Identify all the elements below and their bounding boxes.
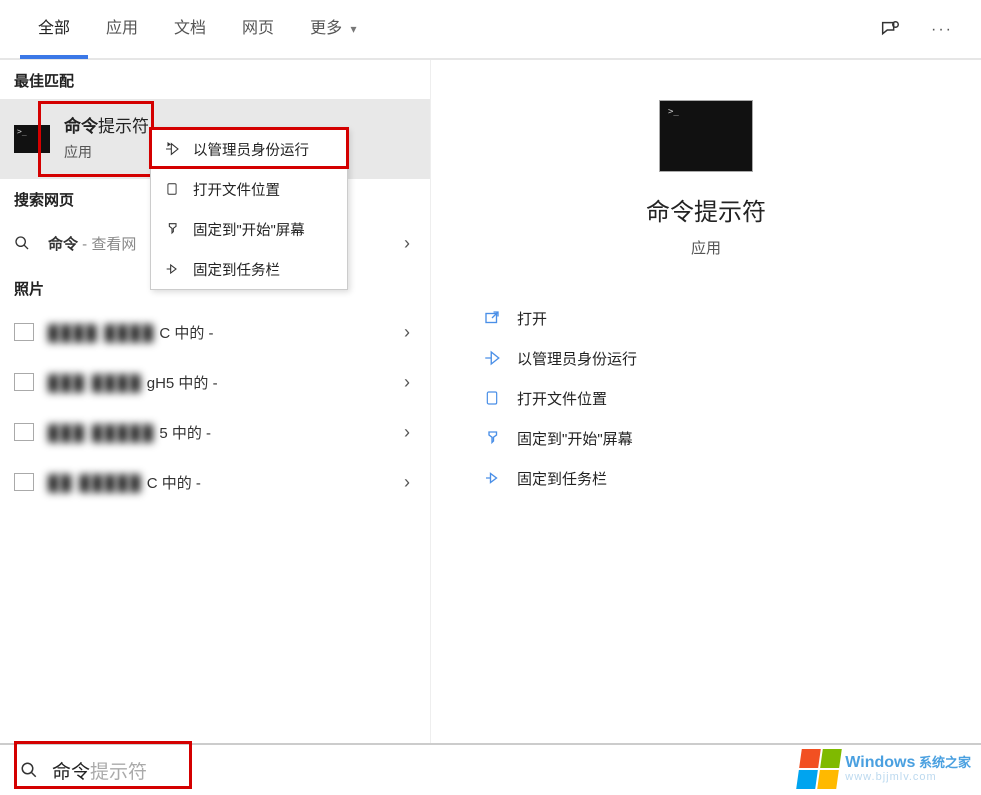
search-bar[interactable]: 命令提示符 Windows 系统之家 www.bjjmlv.com [0,743,981,795]
context-pin-taskbar[interactable]: 固定到任务栏 [151,249,347,289]
tab-apps[interactable]: 应用 [88,0,156,59]
header: 全部 应用 文档 网页 更多 ▾ ··· [0,0,981,60]
preview-box: 命令提示符 应用 打开 以管理员身份运行 [451,80,961,498]
tab-web[interactable]: 网页 [224,0,292,59]
action-list: 打开 以管理员身份运行 打开文件位置 [451,298,961,498]
action-pin-taskbar[interactable]: 固定到任务栏 [481,458,961,498]
preview-column: 命令提示符 应用 打开 以管理员身份运行 [430,60,981,743]
tab-documents[interactable]: 文档 [156,0,224,59]
best-match-title-rest: 提示符 [98,117,149,136]
action-label: 打开文件位置 [517,388,607,409]
action-label: 以管理员身份运行 [517,348,637,369]
best-match-title: 命令提示符 [64,115,149,139]
search-web-text: 命令 - 查看网 [48,233,136,254]
watermark: Windows 系统之家 www.bjjmlv.com [0,743,981,795]
search-typed-text: 命令 [52,762,90,783]
context-run-as-admin[interactable]: 以管理员身份运行 [151,129,347,169]
cmd-app-large-icon [659,100,753,172]
image-file-icon [14,423,34,441]
action-label: 打开 [517,308,547,329]
feedback-icon[interactable] [879,19,901,41]
action-label: 固定到任务栏 [517,468,607,489]
shield-arrow-icon [481,349,503,367]
image-file-icon [14,373,34,391]
action-open[interactable]: 打开 [481,298,961,338]
chevron-down-icon: ▾ [351,22,357,36]
context-pin-start[interactable]: 固定到"开始"屏幕 [151,209,347,249]
pin-taskbar-icon [163,261,181,277]
photo-row-text: ███ ████ gH5 中的 - [48,372,218,393]
photo-row-text: ██ █████ C 中的 - [48,472,201,493]
shield-arrow-icon [163,141,181,157]
action-open-file-location[interactable]: 打开文件位置 [481,378,961,418]
chevron-right-icon: › [404,372,410,393]
more-options-icon[interactable]: ··· [931,21,953,39]
context-item-label: 打开文件位置 [193,179,280,200]
best-match-subtitle: 应用 [64,143,149,163]
photo-row-text: ███ █████ 5 中的 - [48,422,211,443]
chevron-right-icon: › [404,472,410,493]
search-icon [14,235,34,251]
chevron-right-icon: › [404,233,410,254]
folder-icon [481,389,503,407]
photo-result-row[interactable]: ████ ████ C 中的 - › [0,307,430,357]
chevron-right-icon: › [404,322,410,343]
watermark-text: Windows 系统之家 www.bjjmlv.com [845,755,971,783]
action-pin-start[interactable]: 固定到"开始"屏幕 [481,418,961,458]
chevron-right-icon: › [404,422,410,443]
content: 最佳匹配 命令提示符 应用 搜索网页 命令 - 查看网 › 照片 █ [0,60,981,743]
preview-subtitle: 应用 [451,237,961,258]
search-suggestion-tail: 提示符 [90,762,147,783]
best-match-text: 命令提示符 应用 [64,115,149,162]
pin-start-icon [481,429,503,447]
context-menu: 以管理员身份运行 打开文件位置 固定到"开始"屏幕 固定到任务栏 [150,128,348,290]
tab-more-label: 更多 [310,20,342,37]
context-open-file-location[interactable]: 打开文件位置 [151,169,347,209]
search-input[interactable]: 命令提示符 [52,757,147,784]
results-column: 最佳匹配 命令提示符 应用 搜索网页 命令 - 查看网 › 照片 █ [0,60,430,743]
photo-result-row[interactable]: ███ ████ gH5 中的 - › [0,357,430,407]
folder-icon [163,181,181,197]
open-icon [481,309,503,327]
image-file-icon [14,473,34,491]
header-icons: ··· [879,0,953,60]
preview-title: 命令提示符 [451,192,961,227]
context-item-label: 固定到任务栏 [193,259,280,280]
action-run-as-admin[interactable]: 以管理员身份运行 [481,338,961,378]
photo-result-row[interactable]: ██ █████ C 中的 - › [0,457,430,507]
search-icon [20,761,38,779]
cmd-app-icon [14,125,50,153]
section-best-match: 最佳匹配 [0,60,430,99]
best-match-title-bold: 命令 [64,117,98,136]
tab-more[interactable]: 更多 ▾ [292,0,375,59]
image-file-icon [14,323,34,341]
pin-taskbar-icon [481,469,503,487]
pin-start-icon [163,221,181,237]
photo-row-text: ████ ████ C 中的 - [48,322,214,343]
windows-logo-icon [796,749,842,789]
action-label: 固定到"开始"屏幕 [517,428,633,449]
photo-result-row[interactable]: ███ █████ 5 中的 - › [0,407,430,457]
tab-all[interactable]: 全部 [20,0,88,59]
context-item-label: 固定到"开始"屏幕 [193,219,305,240]
context-item-label: 以管理员身份运行 [193,139,309,160]
